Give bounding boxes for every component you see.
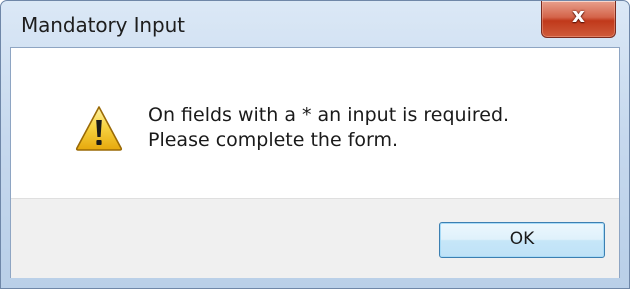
ok-button[interactable]: OK xyxy=(439,222,605,258)
title-bar[interactable]: Mandatory Input x xyxy=(1,1,629,47)
close-icon: x xyxy=(572,3,585,27)
message-line-2: Please complete the form. xyxy=(148,129,399,151)
window-title: Mandatory Input xyxy=(21,13,185,37)
dialog-content: On fields with a * an input is required.… xyxy=(10,47,620,278)
message-line-1: On fields with a * an input is required. xyxy=(148,104,510,126)
button-area: OK xyxy=(11,198,619,278)
dialog-window: Mandatory Input x On fields with a * an … xyxy=(0,0,630,289)
message-text: On fields with a * an input is required.… xyxy=(148,103,509,153)
close-button[interactable]: x xyxy=(541,1,616,38)
warning-icon xyxy=(75,106,123,151)
